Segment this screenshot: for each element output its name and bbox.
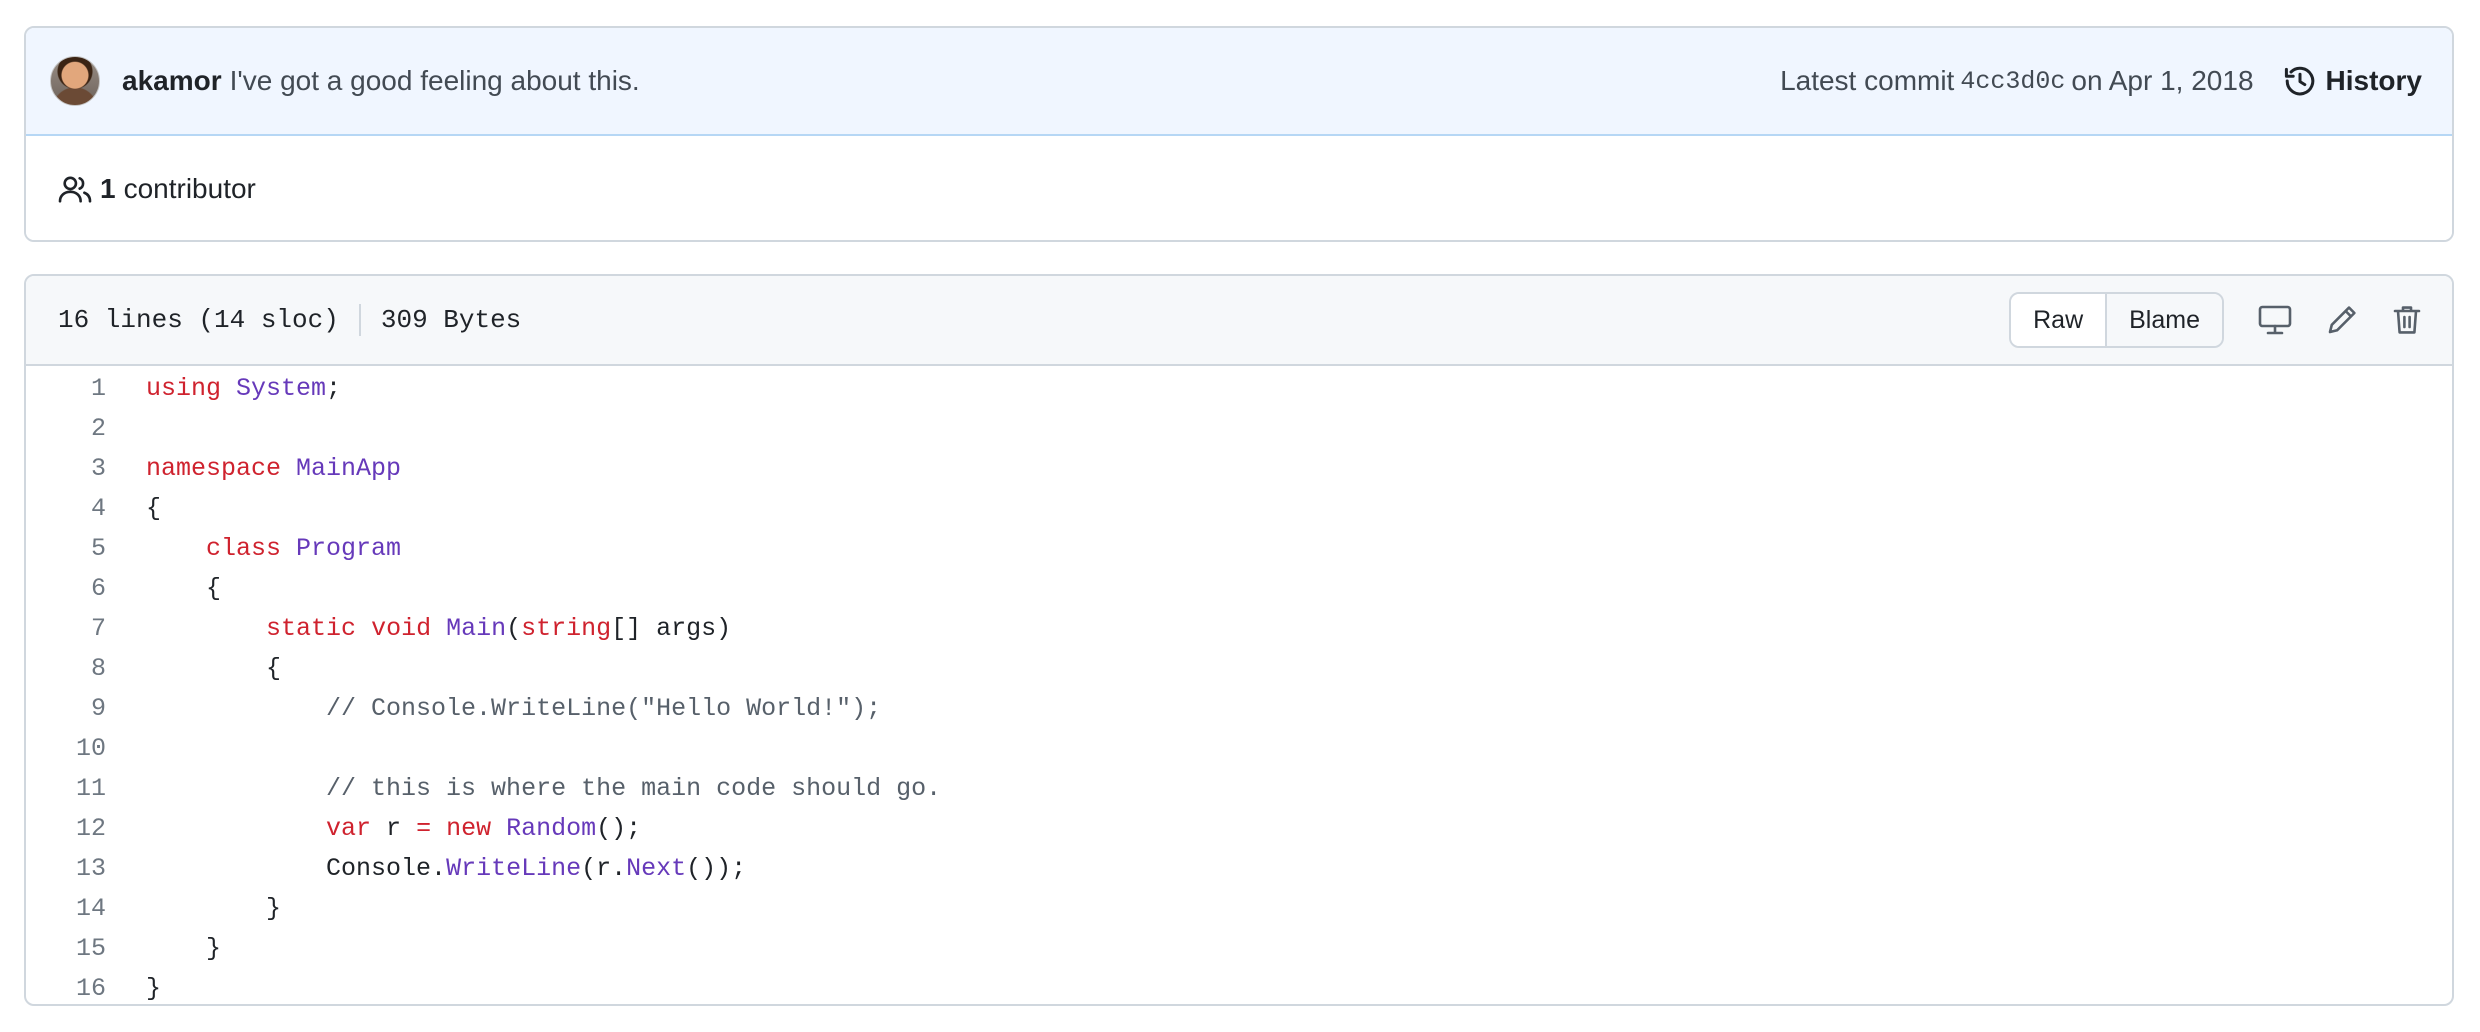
file-button-group: Raw Blame [2009, 292, 2224, 348]
code-line: 14 } [26, 888, 2452, 928]
delete-button[interactable] [2392, 304, 2422, 336]
line-code: } [146, 973, 162, 1003]
code-line: 12 var r = new Random(); [26, 808, 2452, 848]
code-line: 7 static void Main(string[] args) [26, 608, 2452, 648]
code-line: 9 // Console.WriteLine("Hello World!"); [26, 688, 2452, 728]
pencil-icon [2328, 306, 2356, 334]
code-line: 3 namespace MainApp [26, 448, 2452, 488]
desktop-icon [2258, 305, 2292, 335]
avatar[interactable] [50, 56, 100, 106]
code-view: 1 using System; 2 3 namespace MainApp 4{5 cla… [26, 366, 2452, 1004]
line-number[interactable]: 3 [26, 454, 106, 483]
line-number[interactable]: 13 [26, 854, 106, 883]
line-code: // Console.WriteLine("Hello World!"); [326, 693, 882, 723]
commit-box: akamor I've got a good feeling about thi… [24, 26, 2454, 242]
code-line: 16} [26, 968, 2452, 1004]
line-number[interactable]: 11 [26, 774, 106, 803]
latest-commit-bar: akamor I've got a good feeling about thi… [26, 28, 2452, 136]
latest-commit-label: Latest commit [1780, 65, 1955, 96]
code-line: 5 class Program [26, 528, 2452, 568]
desktop-button[interactable] [2258, 304, 2292, 336]
edit-button[interactable] [2326, 304, 2358, 336]
line-number[interactable]: 7 [26, 614, 106, 643]
line-number[interactable]: 8 [26, 654, 106, 683]
history-icon [2284, 66, 2314, 96]
line-number[interactable]: 9 [26, 694, 106, 723]
people-icon [58, 176, 92, 203]
line-number[interactable]: 5 [26, 534, 106, 563]
contributors-label: contributor [123, 173, 256, 204]
code-line: 1 using System; [26, 368, 2452, 408]
code-line: 2 [26, 408, 2452, 448]
trash-icon [2393, 306, 2421, 334]
line-number[interactable]: 4 [26, 494, 106, 523]
code-line: 15 } [26, 928, 2452, 968]
file-lines-info: 16 lines (14 sloc) [58, 305, 339, 335]
line-number[interactable]: 15 [26, 934, 106, 963]
line-number[interactable]: 1 [26, 374, 106, 403]
history-label: History [2325, 65, 2422, 96]
line-number[interactable]: 12 [26, 814, 106, 843]
file-box: 16 lines (14 sloc) 309 Bytes Raw Blame 1… [24, 274, 2454, 1006]
contributors-row[interactable]: 1 contributor [26, 136, 2452, 240]
contributors-count: 1 [100, 173, 116, 204]
line-code: } [146, 933, 222, 963]
line-code: { [146, 573, 222, 603]
code-line: 8 { [26, 648, 2452, 688]
line-number[interactable]: 14 [26, 894, 106, 923]
commit-date: on Apr 1, 2018 [2071, 65, 2254, 96]
commit-sha-link[interactable]: 4cc3d0c [1960, 67, 2065, 96]
line-code: } [146, 893, 282, 923]
commit-message-link[interactable]: I've got a good feeling about this. [230, 65, 640, 97]
line-code: Console.WriteLine(r.Next()); [146, 853, 747, 883]
line-code: { [146, 653, 282, 683]
line-number[interactable]: 10 [26, 734, 106, 763]
raw-button[interactable]: Raw [2011, 294, 2106, 346]
line-number[interactable]: 16 [26, 974, 106, 1003]
line-code: namespace MainApp [146, 453, 402, 483]
code-line: 6 { [26, 568, 2452, 608]
code-line: 4{ [26, 488, 2452, 528]
line-code: using System; [146, 373, 342, 403]
divider [358, 304, 361, 336]
blame-button[interactable]: Blame [2105, 294, 2222, 346]
code-line: 10 [26, 728, 2452, 768]
line-code: { [146, 493, 162, 523]
file-header: 16 lines (14 sloc) 309 Bytes Raw Blame [26, 276, 2452, 366]
line-code: static void Main(string[] args) [266, 613, 732, 643]
code-line: 11 // this is where the main code should… [26, 768, 2452, 808]
history-link[interactable]: History [2284, 65, 2422, 97]
commit-author-link[interactable]: akamor [122, 65, 222, 97]
line-code: // this is where the main code should go… [326, 773, 942, 803]
code-line: 13 Console.WriteLine(r.Next()); [26, 848, 2452, 888]
line-number[interactable]: 2 [26, 414, 106, 443]
line-code: class Program [206, 533, 402, 563]
line-code: var r = new Random(); [326, 813, 642, 843]
file-size: 309 Bytes [380, 305, 522, 335]
line-number[interactable]: 6 [26, 574, 106, 603]
